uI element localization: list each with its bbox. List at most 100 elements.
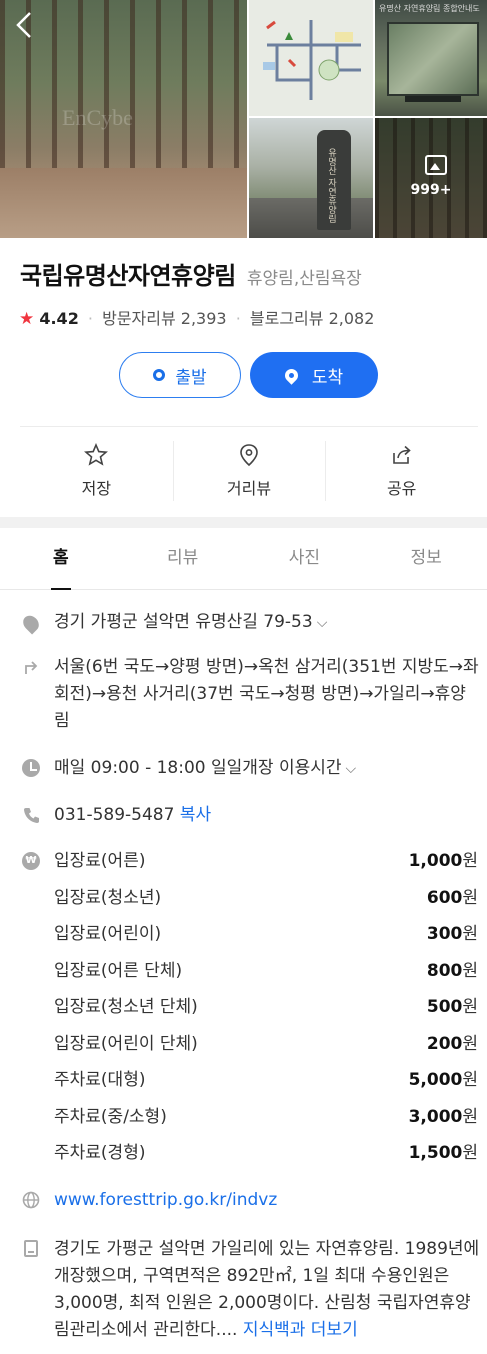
fee-label: 주차료(경형) [54,1143,146,1163]
fee-value: 200원 [427,1031,478,1058]
fee-label: 입장료(청소년 단체) [54,997,198,1017]
save-button[interactable]: 저장 [20,427,173,507]
origin-icon [153,369,166,381]
photo-road [249,198,373,238]
fee-unit: 원 [462,851,478,871]
share-button[interactable]: 공유 [325,427,478,507]
fee-label: 입장료(청소년) [54,887,162,908]
description-row: 경기도 가평군 설악면 가일리에 있는 자연휴양림. 1989년에 개장했으며,… [22,1236,480,1354]
fee-unit: 원 [462,960,478,981]
website-link[interactable]: www.foresttrip.go.kr/indvz [54,1187,480,1214]
hours-value: 매일 09:00 - 18:00 일일개장 이용시간 [54,758,342,778]
fee-row: 주차료(대형) 5,000원 [54,1067,478,1104]
location-outline-icon [237,443,261,469]
more-photos-count: 999+ [410,182,452,198]
address-value: 경기 가평군 설악면 유명산길 79-53 [54,612,313,632]
fee-unit: 원 [462,924,478,944]
copy-phone-button[interactable]: 복사 [180,805,211,825]
rating-score: 4.42 [39,309,79,328]
fee-amount: 800 [426,960,463,981]
stone-sign-text: 유명산 자연휴양림 [326,148,336,223]
fee-row: 입장료(청소년 단체) 500원 [54,994,478,1031]
place-name: 국립유명산자연휴양림 [20,262,236,290]
phone-icon [22,806,40,824]
fee-row: 입장료(어린이) 300원 [54,921,478,958]
blog-review-link[interactable]: 블로그리뷰 2,082 [250,309,375,328]
photo-ground [0,168,247,238]
fee-label: 입장료(어른 단체) [54,960,183,981]
fee-unit: 원 [462,1070,478,1090]
fee-amount: 500 [426,997,463,1017]
separator-dot: · [87,309,94,328]
arrive-button[interactable]: 도착 [250,352,378,398]
tab-home[interactable]: 홈 [0,528,122,590]
fee-amount: 200 [426,1033,463,1054]
fee-unit: 원 [462,887,478,908]
description-text: 경기도 가평군 설악면 가일리에 있는 자연휴양림. 1989년에 개장했으며,… [54,1236,480,1344]
stone-sign-photo[interactable]: 유명산 자연휴양림 [249,118,373,238]
gallery-icon [425,155,447,175]
fee-row: 입장료(청소년) 600원 [54,885,478,922]
fee-value: 300원 [427,921,478,948]
fee-unit: 원 [462,1033,478,1054]
fee-label: 입장료(어린이) [54,924,162,944]
hours-text: 매일 09:00 - 18:00 일일개장 이용시간 ⌵ [54,755,480,783]
fee-amount: 1,000 [408,851,463,871]
share-icon [390,443,414,469]
won-currency-icon: ₩ [22,852,40,870]
address-text: 경기 가평군 설악면 유명산길 79-53 ⌵ [54,609,480,637]
location-pin-icon [20,612,42,635]
star-outline-icon [84,442,109,469]
tab-bar: 홈 리뷰 사진 정보 [0,528,487,590]
separator-dot: · [235,309,241,328]
back-button[interactable] [14,10,42,46]
visitor-review-link[interactable]: 방문자리뷰 2,393 [102,309,227,328]
board-caption: 유명산 자연휴양림 종합안내도 [379,4,480,13]
fee-unit: 원 [462,1106,478,1127]
fee-amount: 3,000 [408,1106,463,1127]
fee-value: 3,000원 [409,1104,478,1131]
fee-value: 800원 [427,958,478,985]
fee-unit: 원 [462,997,478,1017]
place-title-row: 국립유명산자연휴양림 휴양림,산림욕장 [20,256,480,291]
destination-pin-icon [282,365,301,385]
info-board-photo[interactable]: 유명산 자연휴양림 종합안내도 [375,0,487,116]
save-label: 저장 [81,479,112,498]
fee-value: 5,000원 [409,1067,478,1094]
tab-info[interactable]: 정보 [365,528,487,589]
fee-value: 500원 [427,994,478,1021]
fee-value: 1,500원 [409,1140,478,1167]
fee-amount: 1,500 [408,1143,463,1163]
stone-sign: 유명산 자연휴양림 [317,130,351,230]
phone-text: 031-589-5487 복사 [54,802,480,829]
arrive-label: 도착 [311,367,344,388]
street-view-button[interactable]: 거리뷰 [172,427,326,507]
fee-row: 주차료(중/소형) 3,000원 [54,1104,478,1141]
fee-amount: 300 [426,924,463,944]
fee-value: 1,000원 [409,848,478,875]
action-bar: 저장 거리뷰 공유 [20,427,478,507]
fee-amount: 5,000 [408,1070,463,1090]
fee-label: 주차료(대형) [54,1070,146,1090]
depart-button[interactable]: 출발 [119,352,241,398]
photo-gallery[interactable]: EnCybe 유명산 자연휴양림 종합안내도 유명산 자연휴양림 999+ [0,0,487,238]
fee-amount: 600 [426,887,463,908]
section-separator [0,517,487,528]
tab-reviews[interactable]: 리뷰 [122,528,244,589]
book-icon [24,1240,38,1257]
rating-row: ★ 4.42 · 방문자리뷰 2,393 · 블로그리뷰 2,082 [19,305,374,329]
fee-list: 입장료(어른) 1,000원 입장료(청소년) 600원 입장료(어린이) 300원 … [54,848,478,1177]
fee-value: 600원 [427,885,478,912]
trail-map-image [249,0,373,116]
phone-number[interactable]: 031-589-5487 [54,805,174,825]
map-photo[interactable] [249,0,373,116]
globe-icon [22,1191,40,1209]
encyclopedia-more-link[interactable]: 지식백과 더보기 [243,1320,358,1340]
more-photos-tile[interactable]: 999+ [375,118,487,238]
board-bar [405,96,461,102]
chevron-down-icon: ⌵ [316,615,328,631]
chevron-left-icon [16,12,31,38]
photo-watermark: EnCybe [62,105,133,130]
star-icon: ★ [19,309,35,329]
tab-photos[interactable]: 사진 [244,528,366,589]
